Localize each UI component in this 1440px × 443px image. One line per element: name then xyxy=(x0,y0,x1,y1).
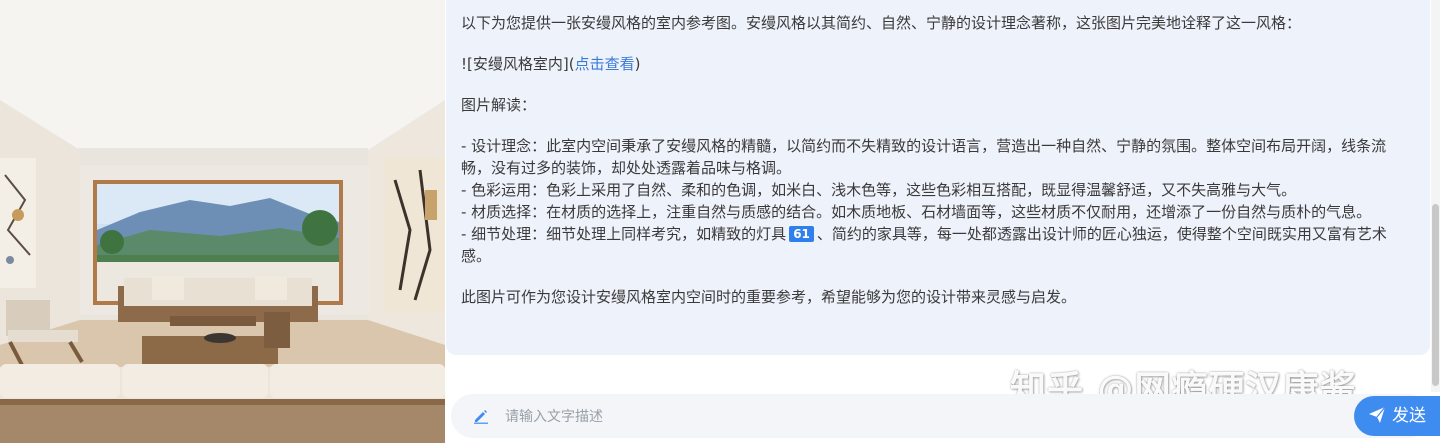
pencil-icon xyxy=(474,410,488,424)
text-description-input[interactable] xyxy=(503,404,1287,430)
bullet-materials: - 材质选择：在材质的选择上，注重自然与质感的结合。如木质地板、石材墙面等，这些… xyxy=(461,203,1372,221)
send-button-label: 发送 xyxy=(1392,406,1426,426)
interior-reference-image xyxy=(0,0,445,443)
image-markdown-suffix: ) xyxy=(634,55,641,73)
send-button[interactable]: 发送 xyxy=(1354,396,1440,436)
image-markdown-line: ![安缦风格室内](点击查看) xyxy=(461,53,1414,75)
bullet-color-usage: - 色彩运用：色彩上采用了自然、柔和的色调，如米白、浅木色等，这些色彩相互搭配，… xyxy=(461,181,1297,199)
bullet-details: - 细节处理：细节处理上同样考究，如精致的灯具 61 、简约的家具等，每一处都透露出… xyxy=(461,225,1387,265)
message-closing: 此图片可作为您设计安缦风格室内空间时的重要参考，希望能够为您的设计带来灵感与启发… xyxy=(461,288,1077,306)
message-intro: 以下为您提供一张安缦风格的室内参考图。安缦风格以其简约、自然、宁静的设计理念著称… xyxy=(461,14,1302,32)
bullet-details-text: - 细节处理：细节处理上同样考究，如精致的灯具 xyxy=(461,225,787,243)
bullet-list: - 设计理念：此室内空间秉承了安缦风格的精髓，以简约而不失精致的设计语言，营造出… xyxy=(461,135,1414,267)
view-image-link[interactable]: 点击查看 xyxy=(575,55,635,73)
assistant-message: 以下为您提供一张安缦风格的室内参考图。安缦风格以其简约、自然、宁静的设计理念著称… xyxy=(446,0,1430,355)
scrollbar-thumb[interactable] xyxy=(1432,204,1439,386)
reference-badge[interactable]: 61 xyxy=(789,226,814,242)
bullet-design-concept: - 设计理念：此室内空间秉承了安缦风格的精髓，以简约而不失精致的设计语言，营造出… xyxy=(461,137,1387,177)
paper-plane-icon xyxy=(1369,406,1386,423)
section-heading: 图片解读： xyxy=(461,96,537,114)
image-markdown-prefix: ![安缦风格室内]( xyxy=(461,55,575,73)
message-input-bar xyxy=(451,394,1431,438)
